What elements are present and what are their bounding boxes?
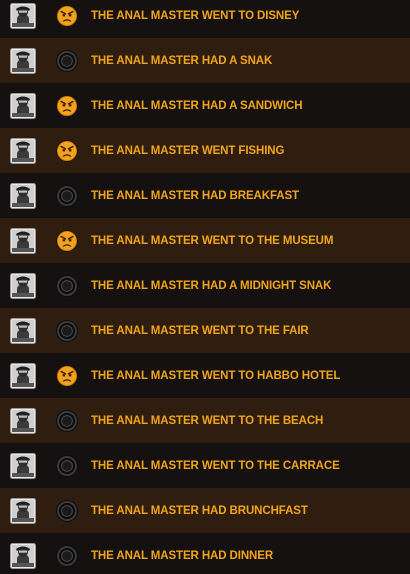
angry-face-icon	[56, 229, 78, 252]
achievement-label: THE ANAL MASTER WENT TO THE BEACH	[91, 414, 324, 427]
achievement-row[interactable]: THE ANAL MASTER HAD A MIDNIGHT SNAK	[0, 263, 410, 308]
achievement-label: THE ANAL MASTER WENT TO HABBO HOTEL	[91, 369, 341, 382]
achievement-label: THE ANAL MASTER HAD A SNAK	[91, 54, 273, 67]
locked-circle-icon	[56, 544, 78, 567]
achievement-row[interactable]: THE ANAL MASTER WENT FISHING	[0, 128, 410, 173]
achievement-row[interactable]: THE ANAL MASTER WENT TO THE BEACH	[0, 398, 410, 443]
locked-circle-icon	[56, 184, 78, 207]
achievement-label: THE ANAL MASTER WENT TO THE MUSEUM	[91, 234, 334, 247]
user-avatar-icon	[10, 362, 36, 389]
achievement-row[interactable]: THE ANAL MASTER WENT TO HABBO HOTEL	[0, 353, 410, 398]
angry-face-icon	[56, 4, 78, 27]
achievement-label: THE ANAL MASTER WENT FISHING	[91, 144, 285, 157]
achievement-label: THE ANAL MASTER WENT TO THE FAIR	[91, 324, 309, 337]
locked-circle-icon	[56, 409, 78, 432]
achievement-row[interactable]: THE ANAL MASTER WENT TO DISNEY	[0, 0, 410, 38]
achievement-row[interactable]: THE ANAL MASTER WENT TO THE CARRACE	[0, 443, 410, 488]
achievement-row[interactable]: THE ANAL MASTER HAD A SANDWICH	[0, 83, 410, 128]
achievement-row[interactable]: THE ANAL MASTER HAD BRUNCHFAST	[0, 488, 410, 533]
angry-face-icon	[56, 364, 78, 387]
user-avatar-icon	[10, 92, 36, 119]
user-avatar-icon	[10, 227, 36, 254]
achievement-row[interactable]: THE ANAL MASTER HAD DINNER	[0, 533, 410, 574]
user-avatar-icon	[10, 182, 36, 209]
angry-face-icon	[56, 139, 78, 162]
achievement-label: THE ANAL MASTER HAD BRUNCHFAST	[91, 504, 308, 517]
angry-face-icon	[56, 94, 78, 117]
locked-circle-icon	[56, 274, 78, 297]
achievement-label: THE ANAL MASTER HAD A MIDNIGHT SNAK	[91, 279, 332, 292]
user-avatar-icon	[10, 2, 36, 29]
achievement-label: THE ANAL MASTER WENT TO DISNEY	[91, 9, 300, 22]
achievement-row[interactable]: THE ANAL MASTER WENT TO THE MUSEUM	[0, 218, 410, 263]
locked-circle-icon	[56, 319, 78, 342]
achievement-row[interactable]: THE ANAL MASTER WENT TO THE FAIR	[0, 308, 410, 353]
user-avatar-icon	[10, 137, 36, 164]
user-avatar-icon	[10, 47, 36, 74]
user-avatar-icon	[10, 452, 36, 479]
user-avatar-icon	[10, 407, 36, 434]
locked-circle-icon	[56, 454, 78, 477]
achievement-label: THE ANAL MASTER WENT TO THE CARRACE	[91, 459, 340, 472]
user-avatar-icon	[10, 542, 36, 569]
user-avatar-icon	[10, 497, 36, 524]
locked-circle-icon	[56, 499, 78, 522]
achievement-list: THE ANAL MASTER WENT TO DISNEY THE ANAL …	[0, 0, 410, 574]
achievement-label: THE ANAL MASTER HAD A SANDWICH	[91, 99, 303, 112]
locked-circle-icon	[56, 49, 78, 72]
achievement-row[interactable]: THE ANAL MASTER HAD A SNAK	[0, 38, 410, 83]
achievement-row[interactable]: THE ANAL MASTER HAD BREAKFAST	[0, 173, 410, 218]
achievement-label: THE ANAL MASTER HAD BREAKFAST	[91, 189, 299, 202]
user-avatar-icon	[10, 272, 36, 299]
achievement-label: THE ANAL MASTER HAD DINNER	[91, 549, 274, 562]
user-avatar-icon	[10, 317, 36, 344]
